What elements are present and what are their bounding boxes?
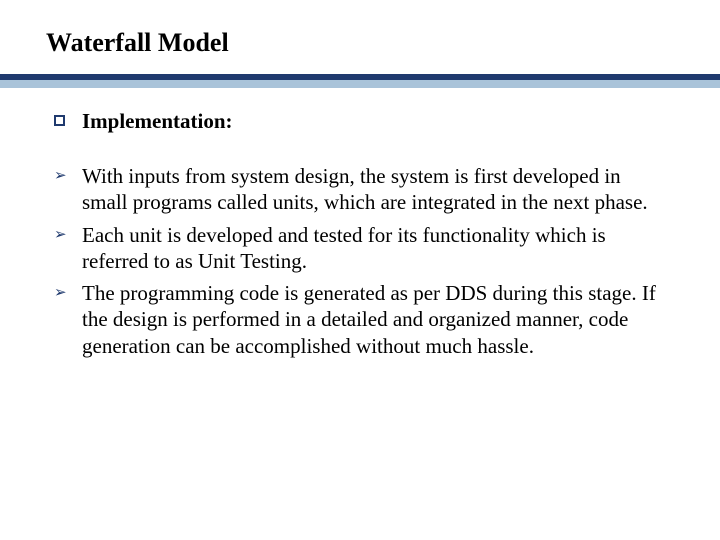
list-item-text: The programming code is generated as per…	[82, 280, 666, 359]
title-area: Waterfall Model	[0, 0, 720, 64]
accent-bar	[0, 74, 720, 88]
list-item: ➢ Each unit is developed and tested for …	[54, 222, 666, 275]
bullet-list: ➢ With inputs from system design, the sy…	[54, 163, 666, 359]
heading-text: Implementation:	[82, 108, 666, 134]
spacer	[54, 141, 666, 163]
body-area: Implementation: ➢ With inputs from syste…	[0, 88, 720, 359]
heading-row: Implementation:	[54, 108, 666, 135]
list-item: ➢ The programming code is generated as p…	[54, 280, 666, 359]
accent-bar-light	[0, 80, 720, 88]
list-item-text: Each unit is developed and tested for it…	[82, 222, 666, 275]
list-item-text: With inputs from system design, the syst…	[82, 163, 666, 216]
square-bullet-icon	[54, 108, 82, 135]
slide-title: Waterfall Model	[46, 28, 229, 57]
arrow-bullet-icon: ➢	[54, 163, 82, 189]
arrow-bullet-icon: ➢	[54, 222, 82, 248]
list-item: ➢ With inputs from system design, the sy…	[54, 163, 666, 216]
arrow-bullet-icon: ➢	[54, 280, 82, 306]
slide: Waterfall Model Implementation: ➢ With i…	[0, 0, 720, 540]
